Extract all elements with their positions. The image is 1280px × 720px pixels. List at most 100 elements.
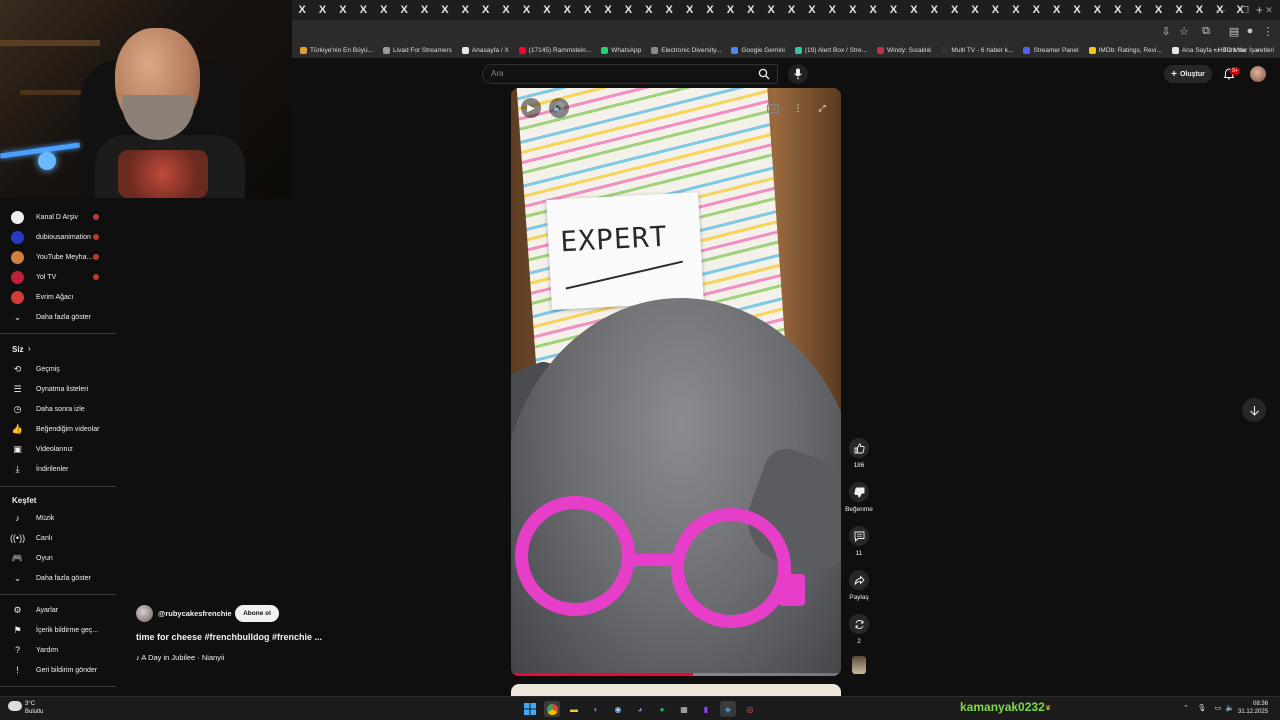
sidebar-item[interactable]: ☰ Oynatma listeleri xyxy=(0,380,116,398)
twitch-icon[interactable]: ▮ xyxy=(698,701,714,717)
sidebar-item[interactable]: 🎮 Oyun xyxy=(0,549,116,567)
install-icon[interactable]: ⇩ xyxy=(1158,23,1174,39)
browser-tab[interactable]: X xyxy=(720,0,740,20)
browser-tab[interactable]: X xyxy=(741,0,761,20)
sidebar-item[interactable]: ⚙ Ayarlar xyxy=(0,601,116,619)
network-icon[interactable]: ▭ xyxy=(1212,702,1224,714)
sidebar-item[interactable]: ⟲ Geçmiş xyxy=(0,360,116,378)
browser-tab[interactable]: X xyxy=(945,0,965,20)
browser-tab[interactable]: X xyxy=(1046,0,1066,20)
microphone-tray-icon[interactable]: 🎙 xyxy=(1196,702,1208,714)
sidepanel-icon[interactable]: ▤ xyxy=(1226,23,1242,39)
sidebar-item[interactable]: ⤓ İndirilenler xyxy=(0,460,116,478)
browser-tab[interactable]: X xyxy=(618,0,638,20)
browser-tab[interactable]: X xyxy=(292,0,312,20)
browser-tab[interactable]: X xyxy=(1148,0,1168,20)
browser-tab[interactable]: X xyxy=(843,0,863,20)
bookmark-item[interactable]: Multi TV - 6 haber k... xyxy=(941,46,1013,54)
file-explorer-icon[interactable]: ▬ xyxy=(566,701,582,717)
sidebar-item[interactable]: ▣ Videolarınız xyxy=(0,440,116,458)
browser-tab[interactable]: X xyxy=(537,0,557,20)
browser-tab[interactable]: X xyxy=(822,0,842,20)
bookmark-item[interactable]: Türkiye'nin En Büyü... xyxy=(300,46,373,54)
browser-tab[interactable]: X xyxy=(1108,0,1128,20)
create-button[interactable]: + Oluştur xyxy=(1164,65,1212,83)
sound-thumbnail[interactable] xyxy=(844,656,874,674)
system-clock[interactable]: 08:36 31.12.2025 xyxy=(1238,700,1268,716)
captions-icon[interactable]: CC xyxy=(767,104,779,113)
browser-tab[interactable]: X xyxy=(1026,0,1046,20)
profile-icon[interactable]: ● xyxy=(1242,23,1258,39)
bookmark-item[interactable]: (17145) Rammstein... xyxy=(518,46,591,54)
channel-avatar[interactable] xyxy=(136,605,153,622)
subscribe-button[interactable]: Abone ol xyxy=(235,605,279,622)
dislike-button[interactable] xyxy=(849,482,869,502)
calculator-icon[interactable]: ▦ xyxy=(676,701,692,717)
search-input[interactable]: Ara xyxy=(491,69,503,78)
browser-tab[interactable]: X xyxy=(781,0,801,20)
sidebar-item[interactable]: ◷ Daha sonra izle xyxy=(0,400,116,418)
video-title[interactable]: time for cheese #frenchbulldog #frenchie… xyxy=(136,632,322,642)
channel-name[interactable]: @rubycakesfrenchie xyxy=(158,609,232,618)
browser-tab[interactable]: X xyxy=(965,0,985,20)
browser-tab[interactable]: X xyxy=(374,0,394,20)
browser-tab[interactable]: X xyxy=(1128,0,1148,20)
bookmark-item[interactable]: Streamer Panel xyxy=(1023,46,1079,54)
browser-tab[interactable]: X xyxy=(455,0,475,20)
remix-button[interactable] xyxy=(849,614,869,634)
like-action[interactable]: 186 xyxy=(844,438,874,469)
volume-button[interactable]: 🔊 xyxy=(549,98,569,118)
browser-tab[interactable]: X xyxy=(577,0,597,20)
dislike-action[interactable]: Beğenme xyxy=(844,482,874,513)
browser-tab[interactable]: X xyxy=(924,0,944,20)
browser-tab[interactable]: X xyxy=(1087,0,1107,20)
account-avatar[interactable] xyxy=(1250,66,1266,82)
sidebar-item[interactable]: ! Geri bildirim gönder xyxy=(0,661,116,679)
more-options-icon[interactable]: ⋮ xyxy=(790,100,806,116)
bookmark-item[interactable]: Anasayfa / X xyxy=(461,46,509,54)
steam-icon[interactable]: ◉ xyxy=(610,701,626,717)
bookmark-item[interactable]: Livad For Streamers xyxy=(383,46,452,54)
browser-tab[interactable]: X xyxy=(863,0,883,20)
browser-tab[interactable]: X xyxy=(598,0,618,20)
menu-dots-icon[interactable]: ⋮ xyxy=(1260,23,1276,39)
sidebar-subscription[interactable]: dubiousanimation xyxy=(0,228,116,246)
browser-tab[interactable]: X xyxy=(312,0,332,20)
browser-tab[interactable]: X xyxy=(761,0,781,20)
star-icon[interactable]: ☆ xyxy=(1176,23,1192,39)
sidebar-show-more[interactable]: ⌄ Daha fazla göster xyxy=(0,569,116,587)
sidebar-subscription[interactable]: Evrim Ağacı xyxy=(0,288,116,306)
windows-start-icon[interactable] xyxy=(522,701,538,717)
browser-tab[interactable]: X xyxy=(639,0,659,20)
tray-expand-icon[interactable]: ⌃ xyxy=(1180,702,1192,714)
extensions-icon[interactable]: ⧉ xyxy=(1198,23,1214,39)
browser-tab[interactable]: X xyxy=(333,0,353,20)
bookmark-item[interactable]: Google Gemini xyxy=(731,46,785,54)
browser-tab[interactable]: X xyxy=(353,0,373,20)
next-short-preview[interactable] xyxy=(511,684,841,696)
comments-action[interactable]: 11 xyxy=(844,526,874,557)
share-button[interactable] xyxy=(849,570,869,590)
play-button[interactable]: ▶ xyxy=(521,98,541,118)
bookmark-item[interactable]: IMDb: Ratings, Revi... xyxy=(1088,46,1162,54)
browser-tab[interactable]: X xyxy=(985,0,1005,20)
sidebar-item[interactable]: ? Yardım xyxy=(0,641,116,659)
bookmark-item[interactable]: (19) Alert Box / Stre... xyxy=(794,46,867,54)
bookmark-item[interactable]: Electronic Diversity... xyxy=(651,46,721,54)
browser-tab[interactable]: X xyxy=(1189,0,1209,20)
browser-tab[interactable]: X xyxy=(394,0,414,20)
weather-widget[interactable]: 3°C Bulutlu xyxy=(25,700,43,716)
sidebar-subscription[interactable]: YouTube Meyha... xyxy=(0,248,116,266)
browser-tab[interactable]: X xyxy=(435,0,455,20)
share-action[interactable]: Paylaş xyxy=(844,570,874,601)
bookmark-item[interactable]: Windy: Sıcaklık xyxy=(876,46,931,54)
all-bookmarks-button[interactable]: ▭ Tüm Yer İşaretleri xyxy=(1214,42,1274,58)
browser-tab[interactable]: X xyxy=(679,0,699,20)
browser-tab[interactable]: X xyxy=(414,0,434,20)
sidebar-subscription[interactable]: Kanal D Arşiv xyxy=(0,208,116,226)
browser-tab[interactable]: X xyxy=(516,0,536,20)
obs-app-icon[interactable]: ◈ xyxy=(720,701,736,717)
voice-search-button[interactable] xyxy=(788,64,808,84)
next-short-button[interactable] xyxy=(1242,398,1266,422)
close-window-icon[interactable]: ✕ xyxy=(1258,0,1280,20)
